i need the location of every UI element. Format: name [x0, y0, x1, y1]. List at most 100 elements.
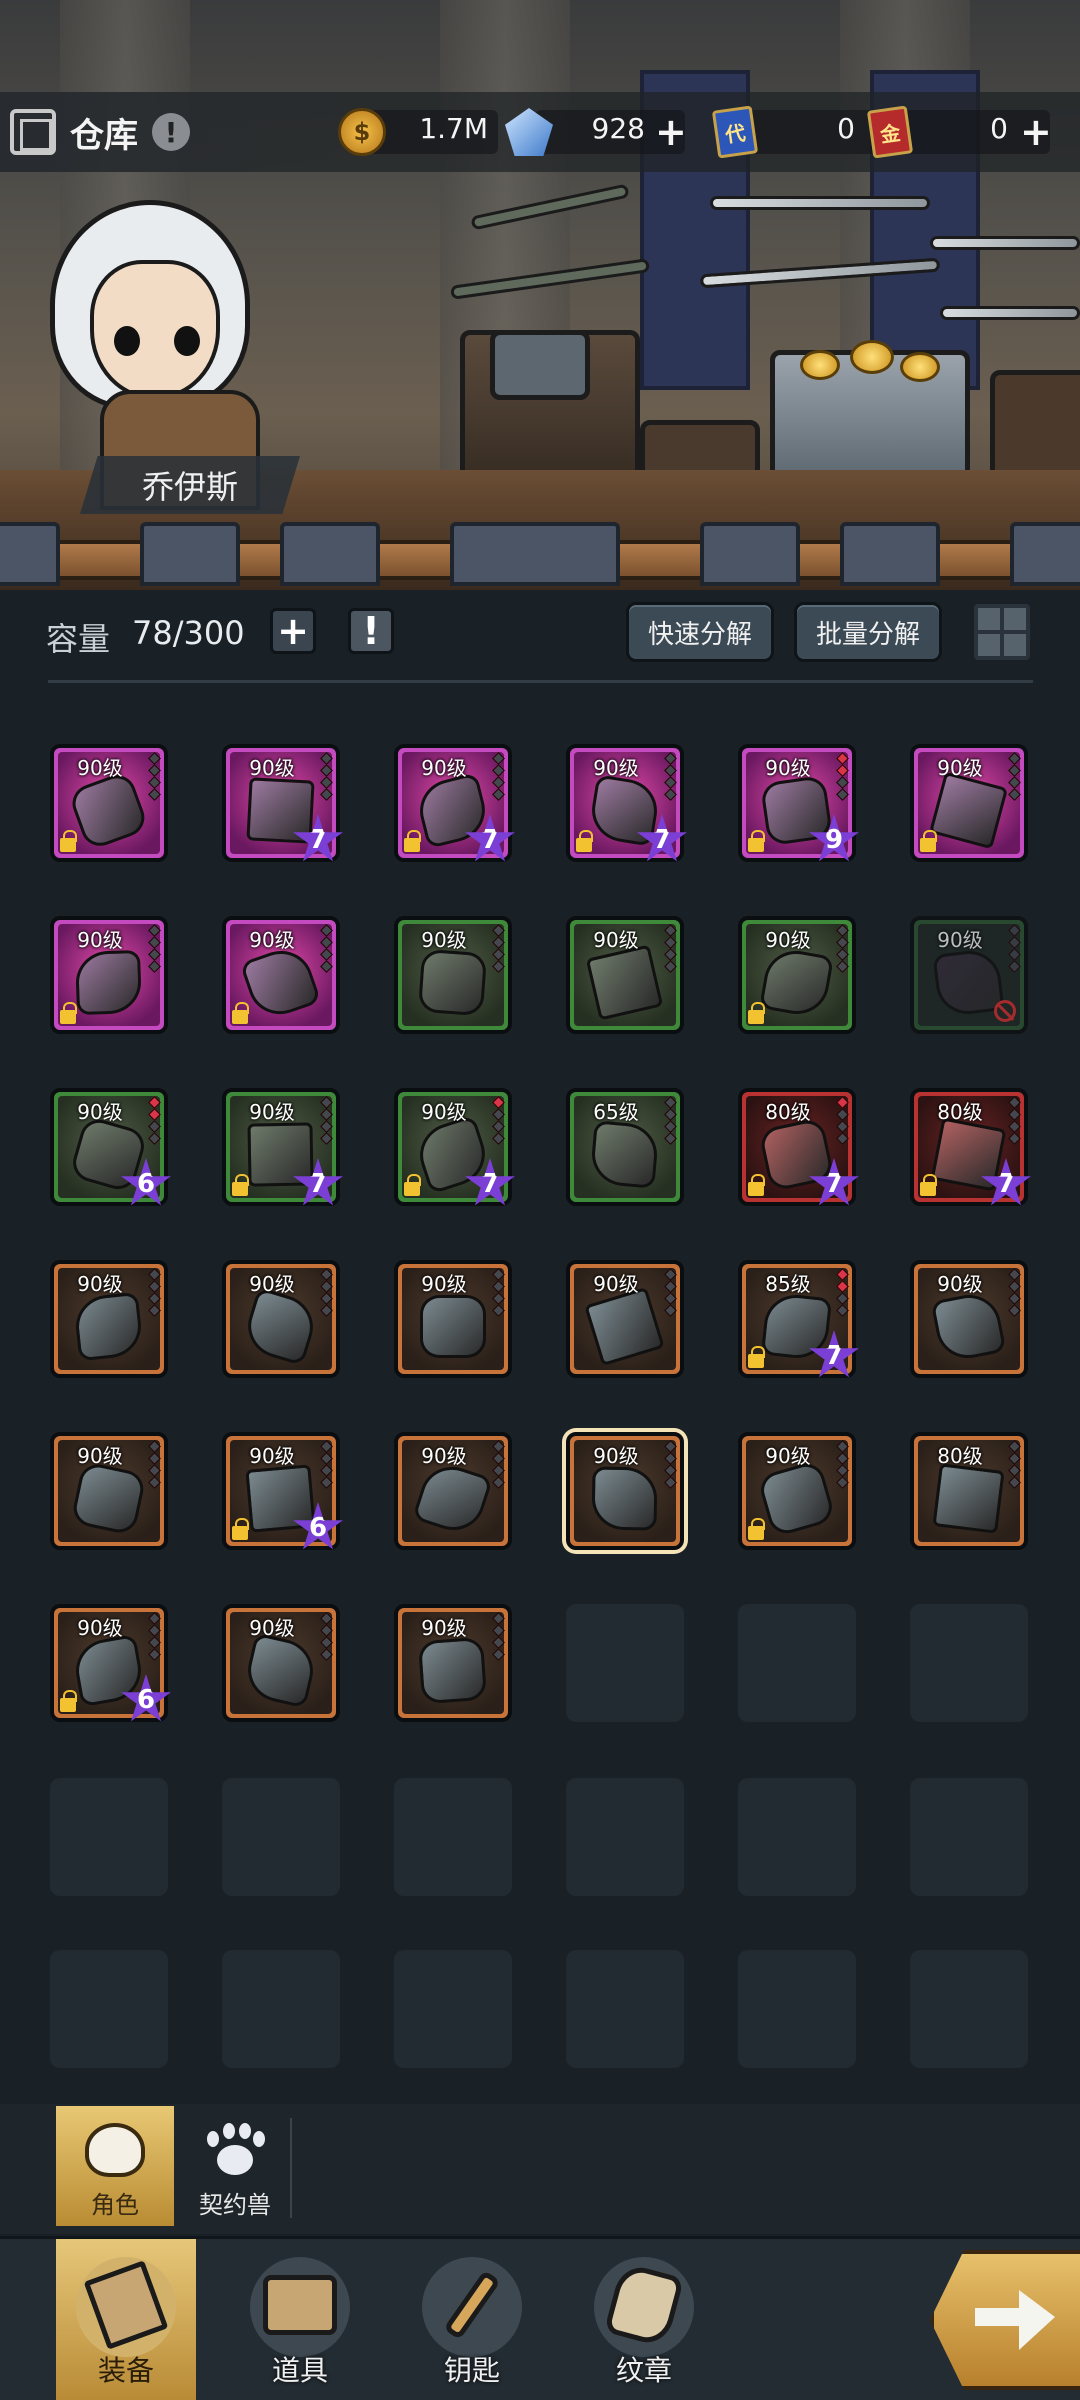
red-card-add-button[interactable]: +	[1020, 110, 1052, 154]
calendar-icon[interactable]: !	[348, 608, 394, 654]
equipment-slot[interactable]: 90级 6	[50, 1604, 171, 1722]
tab-contract-beast[interactable]: 契约兽	[176, 2106, 294, 2226]
character-portrait[interactable]	[30, 200, 280, 510]
rail-block	[0, 522, 60, 586]
grid-view-icon[interactable]	[974, 604, 1030, 660]
info-alert-icon[interactable]: !	[152, 113, 190, 151]
page-title: 仓库	[70, 115, 138, 156]
refine-pip	[492, 1464, 505, 1477]
refine-pip	[664, 1132, 677, 1145]
refine-pips	[664, 1096, 677, 1145]
refine-pips	[320, 1440, 333, 1489]
sub-tab-bar: 角色 契约兽	[0, 2104, 1080, 2234]
refine-pip	[664, 936, 677, 949]
red-card-counter: 金 0 +	[866, 104, 1060, 160]
character-name: 乔伊斯	[80, 456, 300, 514]
refine-pip	[1008, 764, 1021, 777]
tab-character[interactable]: 角色	[56, 2106, 174, 2226]
item-level: 90级	[249, 928, 295, 952]
item-level: 90级	[249, 756, 295, 780]
refine-pip	[320, 1120, 333, 1133]
refine-pip	[836, 776, 849, 789]
refine-pips	[492, 752, 505, 801]
refine-pip	[148, 1464, 161, 1477]
equipment-slot[interactable]: 90级	[910, 744, 1028, 862]
card-icon: 金	[866, 105, 914, 159]
equipment-art	[756, 1458, 838, 1538]
equipment-slot[interactable]: 90级	[738, 916, 856, 1034]
equipment-slot[interactable]: 90级	[222, 916, 340, 1034]
expand-capacity-button[interactable]: +	[270, 608, 316, 654]
refine-pip	[148, 1440, 161, 1453]
item-level: 90级	[937, 928, 983, 952]
refine-pips	[320, 924, 333, 973]
equipment-slot[interactable]: 90级	[910, 1260, 1028, 1378]
equipment-slot[interactable]: 90级 7	[222, 1088, 343, 1206]
equipment-slot[interactable]: 90级	[394, 916, 512, 1034]
refine-pip	[492, 1292, 505, 1305]
item-level: 90级	[937, 756, 983, 780]
nav-keys[interactable]: 钥匙	[402, 2239, 542, 2400]
refine-pips	[492, 1268, 505, 1317]
empty-slot	[222, 1950, 340, 2068]
equipment-slot[interactable]: 90级	[50, 1432, 168, 1550]
refine-pips	[664, 1268, 677, 1317]
equipment-slot[interactable]: 90级	[910, 916, 1028, 1034]
refine-pip	[492, 1268, 505, 1281]
equipment-slot[interactable]: 90级	[50, 744, 168, 862]
equipment-slot[interactable]: 90级	[394, 1260, 512, 1378]
equipment-art	[759, 945, 835, 1019]
refine-pip	[492, 1120, 505, 1133]
refine-pips	[1008, 1096, 1021, 1145]
unusable-icon	[994, 1000, 1016, 1022]
refine-pip	[1008, 1292, 1021, 1305]
rail-block	[700, 522, 800, 586]
equipment-slot[interactable]: 90级	[222, 1260, 340, 1378]
equipment-slot[interactable]: 90级	[50, 1260, 168, 1378]
nav-emblems[interactable]: 纹章	[574, 2239, 714, 2400]
refine-pip	[148, 776, 161, 789]
batch-decompose-button[interactable]: 批量分解	[794, 602, 942, 662]
equipment-slot[interactable]: 90级 6	[222, 1432, 343, 1550]
equipment-slot[interactable]: 90级	[394, 1432, 512, 1550]
crystal-add-button[interactable]: +	[655, 110, 687, 154]
equipment-slot[interactable]: 90级 7	[394, 1088, 515, 1206]
equipment-slot[interactable]: 90级	[566, 1432, 684, 1550]
gold-pile-prop	[800, 350, 840, 380]
equipment-slot[interactable]: 90级 7	[566, 744, 687, 862]
refine-pip	[320, 764, 333, 777]
capacity-row: 容量 78/300 + ! 快速分解 批量分解	[46, 600, 1036, 670]
equipment-slot[interactable]: 90级 7	[394, 744, 515, 862]
equipment-slot[interactable]: 90级	[50, 916, 168, 1034]
refine-pip	[836, 1476, 849, 1489]
equipment-slot[interactable]: 90级 7	[222, 744, 343, 862]
refine-pip	[836, 960, 849, 973]
equipment-slot[interactable]: 90级	[566, 1260, 684, 1378]
equipment-slot[interactable]: 65级	[566, 1088, 684, 1206]
equipment-slot[interactable]: 90级	[738, 1432, 856, 1550]
equipment-slot[interactable]: 90级 6	[50, 1088, 171, 1206]
item-level: 85级	[765, 1272, 811, 1296]
empty-slot	[738, 1950, 856, 2068]
refine-pip	[492, 936, 505, 949]
refine-pip	[320, 1648, 333, 1661]
quick-decompose-button[interactable]: 快速分解	[626, 602, 774, 662]
equipment-slot[interactable]: 80级 7	[910, 1088, 1031, 1206]
refine-pip	[320, 960, 333, 973]
equipment-slot[interactable]: 80级	[910, 1432, 1028, 1550]
refine-pip	[148, 1108, 161, 1121]
equipment-slot[interactable]: 90级	[394, 1604, 512, 1722]
equipment-slot[interactable]: 80级 7	[738, 1088, 859, 1206]
nav-label: 装备	[97, 2354, 154, 2387]
gold-coin-counter: $ 1.7M	[338, 104, 498, 160]
refine-pip	[664, 1268, 677, 1281]
equipment-slot[interactable]: 90级 9	[738, 744, 859, 862]
refine-pip	[492, 1280, 505, 1293]
nav-equipment[interactable]: 装备	[56, 2239, 196, 2400]
equipment-slot[interactable]: 90级	[566, 916, 684, 1034]
nav-items[interactable]: 道具	[230, 2239, 370, 2400]
lock-icon	[748, 830, 765, 852]
equipment-slot[interactable]: 90级	[222, 1604, 340, 1722]
equipment-slot[interactable]: 85级 7	[738, 1260, 859, 1378]
refine-pip	[836, 1096, 849, 1109]
